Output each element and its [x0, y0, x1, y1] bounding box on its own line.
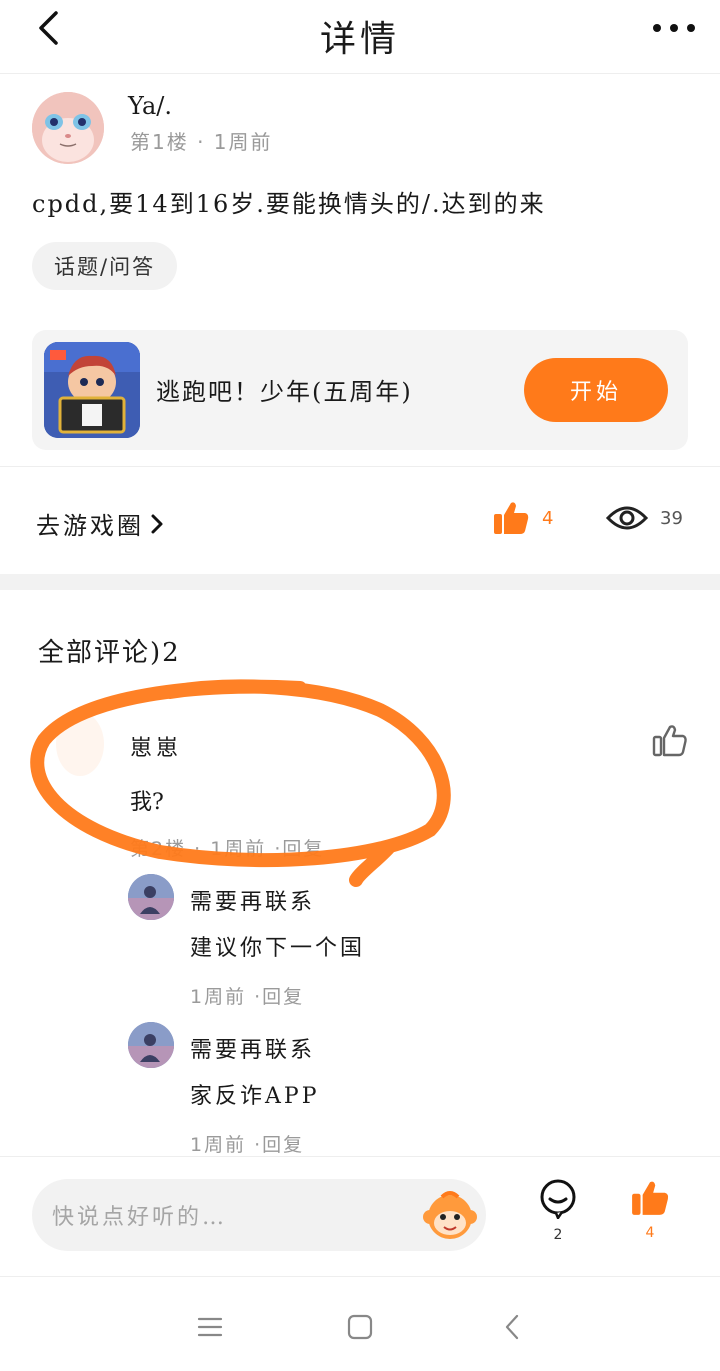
game-art-icon [44, 342, 140, 438]
post-body: cpdd,要14到16岁.要能换情头的/.达到的来 [32, 190, 546, 218]
game-name: 逃跑吧！少年(五周年) [156, 378, 413, 406]
start-game-button[interactable]: 开始 [524, 358, 668, 422]
commenter-name[interactable]: 崽崽 [130, 730, 182, 762]
section-separator [0, 574, 720, 590]
back-nav-button[interactable] [492, 1307, 532, 1347]
view-count-value: 39 [660, 507, 683, 529]
comments-count: 2 [553, 1227, 563, 1243]
topic-tag[interactable]: 话题/问答 [32, 242, 178, 290]
chevron-right-icon [151, 514, 163, 533]
home-nav-button[interactable] [340, 1307, 380, 1347]
more-dots-icon [653, 24, 695, 32]
menu-lines-icon [197, 1317, 223, 1337]
comment-text: 我? [130, 790, 164, 815]
reply-item: 需要再联系 建议你下一个国 1周前 ·回复 [0, 874, 720, 1014]
page-title: 详情 [319, 19, 400, 60]
author-avatar[interactable] [32, 92, 104, 164]
reply-item: 需要再联系 家反诈APP 1周前 ·回复 [0, 1022, 720, 1162]
game-card[interactable]: 逃跑吧！少年(五周年) 开始 [32, 330, 688, 450]
reply-meta[interactable]: 1周前 ·回复 [190, 982, 304, 1009]
game-icon[interactable] [44, 342, 140, 438]
view-count: 39 [606, 502, 683, 534]
replier-avatar[interactable] [128, 874, 174, 920]
comment-input-placeholder: 快说点好听的… [52, 1205, 228, 1230]
comment-like-button[interactable] [652, 724, 688, 762]
reply-text: 家反诈APP [190, 1084, 320, 1109]
person-avatar-icon [128, 1022, 174, 1068]
divider [0, 466, 720, 467]
top-bar: 详情 [0, 0, 720, 74]
cat-avatar-icon [32, 92, 104, 164]
thumbs-up-filled-icon [494, 502, 529, 534]
post-header: Ya/. 第1楼 · 1周前 [32, 92, 692, 166]
monkey-mascot-icon[interactable] [422, 1187, 478, 1243]
system-nav-bar [0, 1276, 720, 1371]
comment-meta[interactable]: 第2楼 · 1周前 ·回复 [130, 834, 324, 861]
thumbs-up-outline-icon [652, 725, 687, 757]
author-name[interactable]: Ya/. [128, 92, 172, 120]
back-chevron-icon [505, 1314, 519, 1340]
post-meta: 第1楼 · 1周前 [130, 130, 273, 154]
post-like-count: 4 [542, 507, 554, 529]
more-button[interactable] [650, 12, 698, 44]
eye-icon [606, 506, 648, 530]
home-square-icon [347, 1314, 373, 1340]
replier-name[interactable]: 需要再联系 [190, 1032, 315, 1064]
comment-input[interactable]: 快说点好听的… [32, 1179, 486, 1251]
commenter-avatar[interactable] [56, 712, 104, 776]
comment-bubble-icon [540, 1179, 576, 1221]
thumbs-up-filled-icon [632, 1181, 669, 1215]
comments-title: 全部评论)2 [38, 638, 181, 668]
bottom-bar: 快说点好听的… 2 4 [0, 1156, 720, 1276]
replier-avatar[interactable] [128, 1022, 174, 1068]
menu-nav-button[interactable] [190, 1307, 230, 1347]
post-like-button[interactable]: 4 [492, 500, 553, 536]
reply-text: 建议你下一个国 [190, 936, 366, 961]
bottom-like-button[interactable]: 4 [624, 1179, 676, 1241]
person-avatar-icon [128, 874, 174, 920]
reply-meta[interactable]: 1周前 ·回复 [190, 1130, 304, 1157]
replier-name[interactable]: 需要再联系 [190, 884, 315, 916]
game-circle-label: 去游戏圈 [36, 512, 144, 540]
bottom-like-count: 4 [645, 1225, 655, 1241]
comments-button[interactable]: 2 [532, 1179, 584, 1243]
game-circle-link[interactable]: 去游戏圈 [36, 506, 164, 541]
